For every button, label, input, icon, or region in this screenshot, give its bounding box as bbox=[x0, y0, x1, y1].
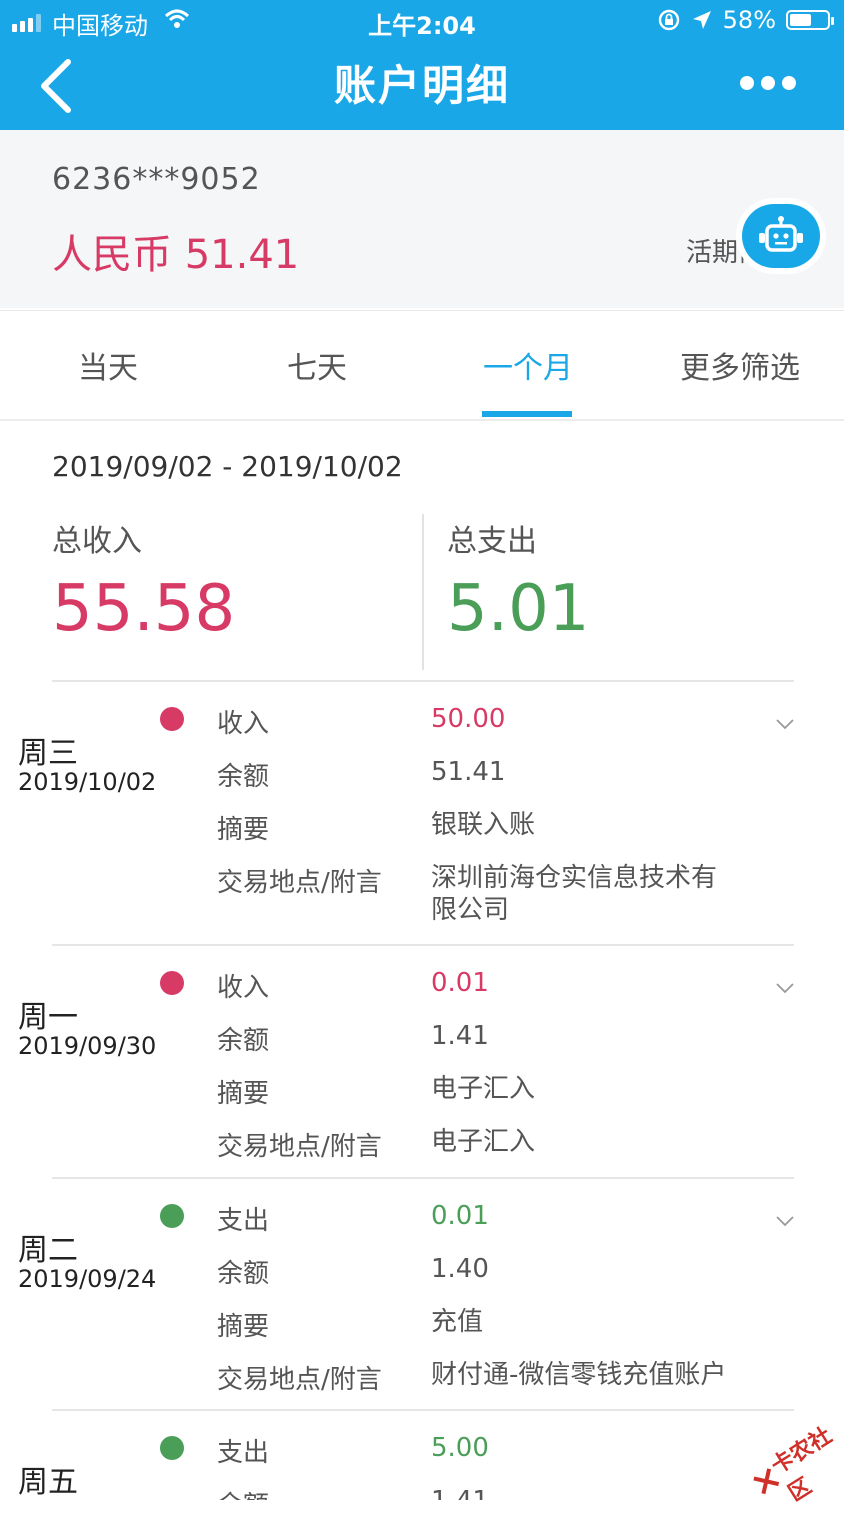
period-tabs: 当天 七天 一个月 更多筛选 bbox=[0, 310, 844, 421]
location-label: 交易地点/附言 bbox=[217, 1132, 382, 1162]
location-arrow-icon bbox=[692, 11, 711, 29]
transaction-amount: 5.00 bbox=[431, 1433, 489, 1463]
transaction-balance: 1.41 bbox=[431, 1485, 761, 1500]
transaction-summary: 充值 bbox=[431, 1307, 484, 1337]
income-dot-icon bbox=[160, 971, 184, 995]
battery-percent: 58% bbox=[722, 6, 776, 34]
transaction-direction: 支出 bbox=[217, 1206, 270, 1236]
account-number: 6236***9052 bbox=[52, 162, 261, 197]
summary-label: 摘要 bbox=[217, 1079, 270, 1109]
watermark-text: 卡农社区 bbox=[767, 1423, 837, 1507]
location-label: 交易地点/附言 bbox=[217, 868, 382, 898]
tab-seven-days[interactable]: 七天 bbox=[287, 343, 347, 387]
tab-today[interactable]: 当天 bbox=[78, 343, 138, 387]
transaction-amount: 50.00 bbox=[431, 704, 506, 734]
assistant-robot-button[interactable] bbox=[742, 204, 820, 268]
income-dot-icon bbox=[160, 707, 184, 731]
rotation-lock-icon bbox=[658, 9, 679, 31]
transaction-balance: 1.41 bbox=[431, 1021, 489, 1051]
more-dot-icon bbox=[740, 76, 754, 90]
transaction-direction: 支出 bbox=[217, 1438, 270, 1468]
transaction-amount: 0.01 bbox=[431, 1201, 489, 1231]
account-card: 6236***9052 人民币 51.41 活期储 bbox=[0, 130, 844, 308]
transaction-direction: 收入 bbox=[217, 973, 270, 1003]
transaction-amount: 0.01 bbox=[431, 968, 489, 998]
transaction-date: 2019/09/30 bbox=[18, 1032, 157, 1060]
more-dot-icon bbox=[761, 76, 775, 90]
transaction-weekday: 周三 bbox=[18, 736, 78, 771]
balance-label: 余额 bbox=[217, 1259, 270, 1289]
chevron-down-icon[interactable] bbox=[776, 1215, 794, 1227]
transaction-date: 2019/10/02 bbox=[18, 768, 157, 796]
more-options-button[interactable] bbox=[740, 76, 796, 90]
summary-divider bbox=[422, 514, 424, 670]
transaction-direction: 收入 bbox=[217, 709, 270, 739]
summary-label: 摘要 bbox=[217, 815, 270, 845]
battery-icon bbox=[786, 10, 834, 30]
tab-more-filters[interactable]: 更多筛选 bbox=[680, 343, 800, 387]
chevron-down-icon[interactable] bbox=[776, 718, 794, 730]
chevron-down-icon[interactable] bbox=[776, 982, 794, 994]
row-divider bbox=[52, 1177, 794, 1179]
status-bar: 中国移动 上午2:04 58% bbox=[0, 0, 844, 44]
transaction-balance: 1.40 bbox=[431, 1254, 489, 1284]
date-range: 2019/09/02 - 2019/10/02 bbox=[52, 450, 403, 483]
active-tab-indicator bbox=[482, 411, 572, 417]
total-income-label: 总收入 bbox=[52, 524, 142, 559]
total-income-value: 55.58 bbox=[52, 572, 236, 646]
page-title: 账户明细 bbox=[333, 61, 510, 110]
location-line-1: 深圳前海仓实信息技术有 bbox=[431, 863, 718, 893]
account-balance: 人民币 51.41 bbox=[52, 232, 300, 278]
transaction-location: 财付通-微信零钱充值账户 bbox=[431, 1360, 727, 1390]
tab-one-month[interactable]: 一个月 bbox=[483, 343, 573, 387]
balance-label: 余额 bbox=[217, 1026, 270, 1056]
transaction-weekday: 周一 bbox=[18, 1000, 78, 1035]
row-divider bbox=[52, 1409, 794, 1411]
expense-dot-icon bbox=[160, 1436, 184, 1460]
top-header: 中国移动 上午2:04 58% 账户明细 bbox=[0, 0, 844, 130]
total-expense-label: 总支出 bbox=[447, 524, 537, 559]
transaction-summary: 电子汇入 bbox=[431, 1074, 536, 1104]
balance-label: 余额 bbox=[217, 762, 270, 792]
transaction-weekday: 周二 bbox=[18, 1233, 78, 1268]
location-label: 交易地点/附言 bbox=[217, 1365, 382, 1395]
robot-icon bbox=[759, 216, 803, 252]
transaction-weekday: 周五 bbox=[18, 1465, 78, 1500]
total-expense-value: 5.01 bbox=[447, 572, 590, 646]
transaction-summary: 银联入账 bbox=[431, 810, 536, 840]
location-line-2: 限公司 bbox=[431, 895, 510, 925]
transaction-location: 深圳前海仓实信息技术有 限公司 bbox=[431, 862, 761, 926]
transaction-date: 2019/09/24 bbox=[18, 1265, 157, 1293]
row-divider bbox=[52, 680, 794, 682]
balance-label: 余额 bbox=[217, 1485, 269, 1500]
more-dot-icon bbox=[782, 76, 796, 90]
status-right: 58% bbox=[657, 6, 834, 34]
expense-dot-icon bbox=[160, 1204, 184, 1228]
summary-label: 摘要 bbox=[217, 1312, 270, 1342]
transaction-location: 电子汇入 bbox=[431, 1127, 536, 1157]
transaction-balance: 51.41 bbox=[431, 757, 506, 787]
row-divider bbox=[52, 944, 794, 946]
